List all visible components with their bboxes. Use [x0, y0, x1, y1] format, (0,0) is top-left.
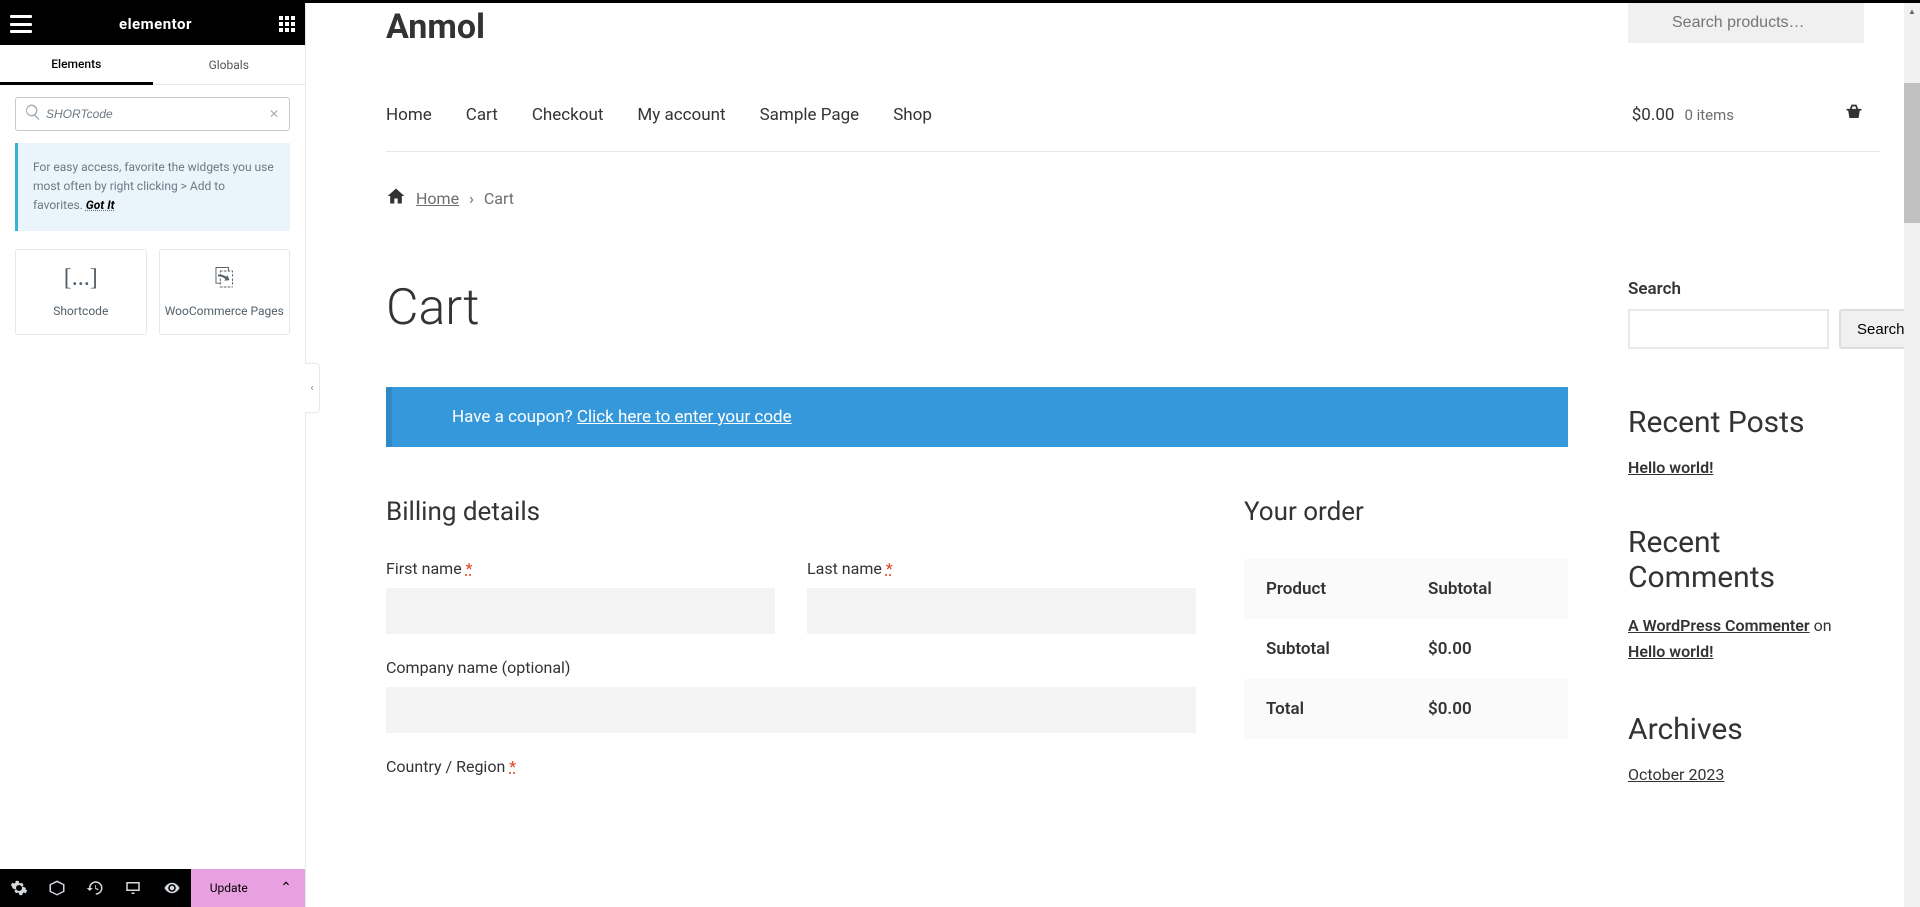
company-label: Company name (optional) [386, 658, 1196, 677]
apps-icon[interactable] [279, 16, 295, 32]
cart-count: 0 items [1684, 106, 1734, 124]
woocommerce-pages-icon: ⎘ [215, 265, 234, 292]
page-title: Cart [386, 279, 1568, 337]
panel-header: elementor [0, 3, 305, 45]
subtotal-value: $0.00 [1406, 619, 1568, 679]
scroll-up-icon[interactable]: ▲ [1904, 3, 1920, 19]
tab-globals[interactable]: Globals [153, 45, 306, 84]
nav-home[interactable]: Home [386, 105, 432, 125]
clear-search-icon[interactable]: ✕ [269, 107, 279, 121]
basket-icon [1844, 103, 1864, 127]
first-name-label: First name * [386, 559, 775, 578]
update-button[interactable]: Update [191, 869, 267, 907]
navigator-icon[interactable] [38, 869, 76, 907]
subtotal-label: Subtotal [1244, 619, 1406, 679]
breadcrumb-home[interactable]: Home [416, 189, 459, 208]
order-heading: Your order [1244, 497, 1568, 527]
widget-label: WooCommerce Pages [165, 304, 284, 318]
update-options[interactable]: ⌃ [267, 869, 305, 907]
recent-posts-heading: Recent Posts [1628, 405, 1864, 440]
panel-tabs: Elements Globals [0, 45, 305, 85]
first-name-input[interactable] [386, 588, 775, 634]
preview-area: ▲ Anmol Home Cart Checkout My account [306, 3, 1920, 907]
recent-comments-heading: Recent Comments [1628, 525, 1864, 595]
last-name-input[interactable] [807, 588, 1196, 634]
widget-shortcode[interactable]: [...] Shortcode [15, 249, 147, 335]
sidebar-search-input[interactable] [1628, 309, 1829, 349]
archive-link[interactable]: October 2023 [1628, 765, 1724, 784]
elementor-panel: elementor Elements Globals ✕ For easy ac… [0, 3, 306, 907]
tip-got-it[interactable]: Got It [86, 198, 115, 212]
breadcrumb: Home › Cart [386, 186, 1880, 211]
country-label: Country / Region * [386, 757, 1196, 776]
th-product: Product [1244, 559, 1406, 619]
elementor-logo: elementor [119, 15, 192, 33]
th-subtotal: Subtotal [1406, 559, 1568, 619]
nav-my-account[interactable]: My account [637, 105, 725, 125]
search-icon [24, 103, 42, 125]
billing-heading: Billing details [386, 497, 1196, 527]
commenter-link[interactable]: A WordPress Commenter [1628, 616, 1810, 635]
primary-nav: Home Cart Checkout My account Sample Pag… [386, 105, 932, 125]
panel-footer: Update ⌃ [0, 869, 305, 907]
recent-post-link[interactable]: Hello world! [1628, 458, 1713, 477]
coupon-notice: Have a coupon? Click here to enter your … [386, 387, 1568, 447]
total-value: $0.00 [1406, 679, 1568, 739]
scrollbar[interactable]: ▲ [1904, 3, 1920, 907]
archives-heading: Archives [1628, 712, 1864, 747]
widget-woocommerce-pages[interactable]: ⎘ WooCommerce Pages [159, 249, 291, 335]
tab-elements[interactable]: Elements [0, 45, 153, 85]
home-icon[interactable] [386, 186, 406, 211]
shortcode-icon: [...] [64, 265, 98, 292]
preview-icon[interactable] [153, 869, 191, 907]
search-widget-label: Search [1628, 279, 1864, 299]
cart-total: $0.00 [1632, 105, 1675, 125]
sidebar-widgets: Search Search Recent Posts Hello world! … [1628, 279, 1864, 786]
widget-search-input[interactable] [46, 107, 259, 121]
nav-shop[interactable]: Shop [893, 105, 932, 125]
settings-icon[interactable] [0, 869, 38, 907]
last-name-label: Last name * [807, 559, 1196, 578]
nav-sample-page[interactable]: Sample Page [760, 105, 860, 125]
header-cart[interactable]: $0.00 0 items [1632, 103, 1864, 127]
responsive-icon[interactable] [114, 869, 152, 907]
nav-cart[interactable]: Cart [466, 105, 498, 125]
company-input[interactable] [386, 687, 1196, 733]
comment-post-link[interactable]: Hello world! [1628, 642, 1713, 661]
total-label: Total [1244, 679, 1406, 739]
order-review-table: ProductSubtotal Subtotal$0.00 Total$0.00 [1244, 559, 1568, 739]
product-search-input[interactable] [1628, 3, 1864, 43]
history-icon[interactable] [76, 869, 114, 907]
nav-checkout[interactable]: Checkout [532, 105, 604, 125]
favorites-tip: For easy access, favorite the widgets yo… [15, 143, 290, 231]
menu-icon[interactable] [10, 15, 32, 33]
site-title[interactable]: Anmol [386, 3, 485, 47]
coupon-toggle-link[interactable]: Click here to enter your code [577, 407, 792, 427]
breadcrumb-current: Cart [484, 189, 514, 208]
breadcrumb-sep: › [469, 189, 474, 208]
widget-search: ✕ [15, 97, 290, 131]
scroll-thumb[interactable] [1904, 83, 1920, 223]
widget-label: Shortcode [53, 304, 108, 318]
